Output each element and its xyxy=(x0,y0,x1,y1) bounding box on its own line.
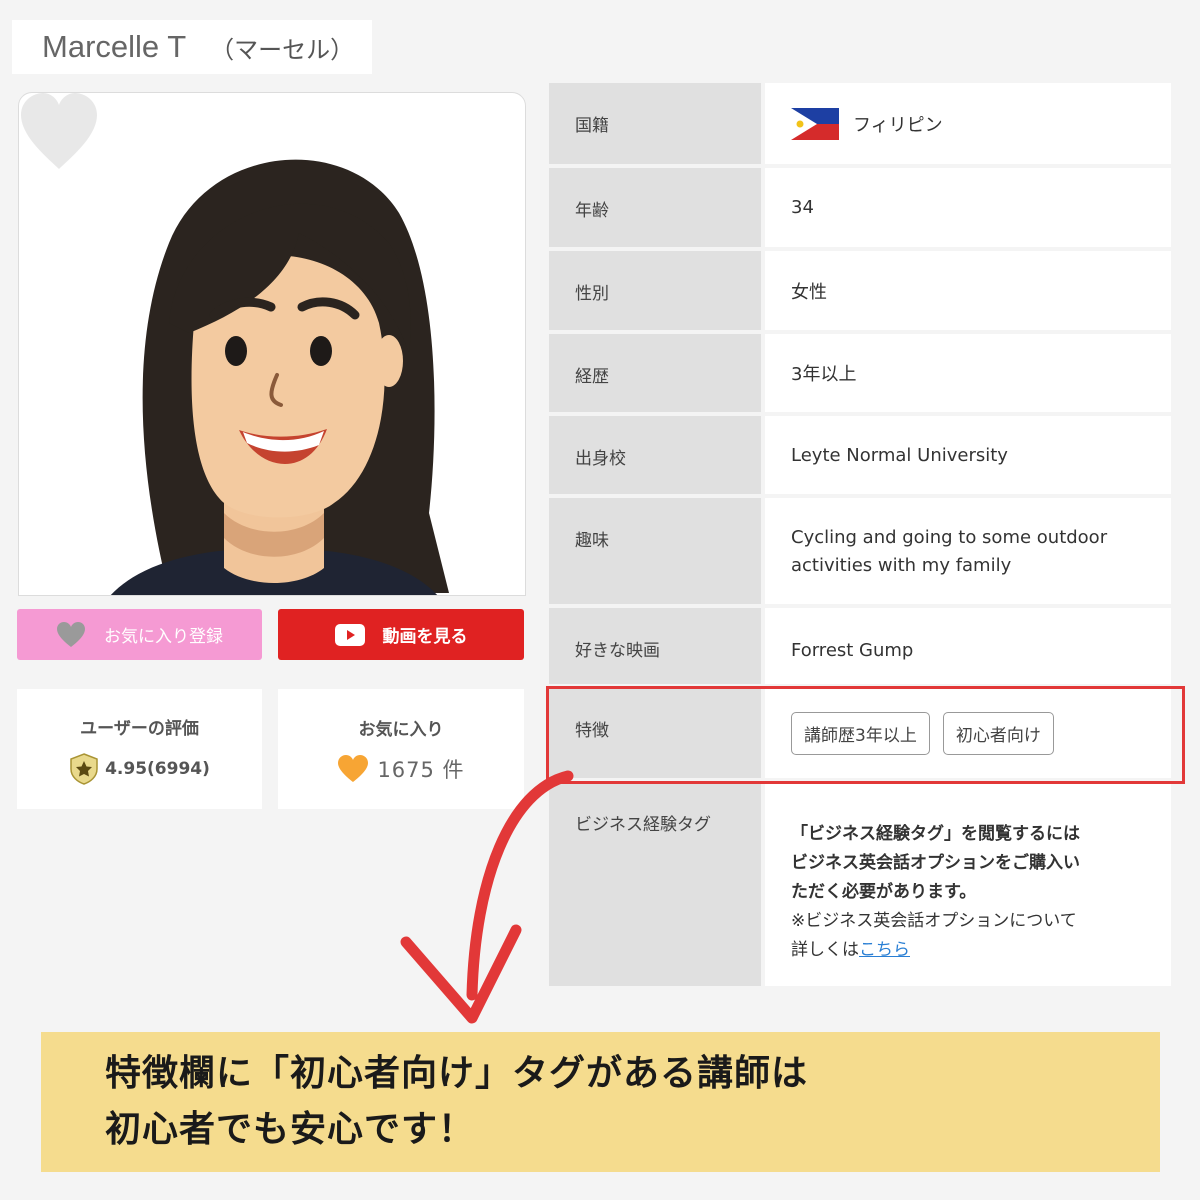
business-tag-row: ビジネス経験タグ 「ビジネス経験タグ」を閲覧するには ビジネス英会話オプションを… xyxy=(549,782,1171,986)
user-rating-panel: ユーザーの評価 4.95(6994) xyxy=(17,689,262,809)
add-favorite-button[interactable]: お気に入り登録 xyxy=(17,609,262,660)
gender-row: 性別 女性 xyxy=(549,251,1171,330)
gender-label: 性別 xyxy=(549,251,761,330)
business-option-link[interactable]: こちら xyxy=(859,940,910,960)
business-notice-line2: ビジネス英会話オプションをご購入い xyxy=(791,853,1080,873)
user-rating-value: 4.95(6994) xyxy=(105,758,210,779)
movie-label: 好きな映画 xyxy=(549,608,761,684)
nationality-label: 国籍 xyxy=(549,83,761,164)
teacher-name-header: Marcelle T （マーセル） xyxy=(12,20,372,74)
user-rating-label: ユーザーの評価 xyxy=(80,718,199,739)
orange-heart-icon xyxy=(338,754,369,782)
school-value: Leyte Normal University xyxy=(765,416,1171,494)
teacher-name: Marcelle T xyxy=(42,29,187,64)
heart-icon[interactable] xyxy=(19,93,99,173)
star-badge-icon xyxy=(70,752,98,785)
age-label: 年齢 xyxy=(549,168,761,247)
nationality-row: 国籍 フィリピン xyxy=(549,83,1171,164)
play-icon xyxy=(334,623,365,646)
movie-value: Forrest Gump xyxy=(765,608,1171,684)
teacher-name-kana: （マーセル） xyxy=(210,35,355,64)
teacher-photo xyxy=(18,92,526,596)
favorites-count-label: お気に入り xyxy=(358,719,444,740)
career-row: 経歴 3年以上 xyxy=(549,334,1171,412)
banner-line1: 特徴欄に「初心者向け」タグがある講師は xyxy=(105,1053,809,1094)
business-notice-line1: 「ビジネス経験タグ」を閲覧するには xyxy=(791,824,1080,844)
business-notice-line5: 詳しくは xyxy=(791,940,859,960)
curved-arrow-icon xyxy=(400,770,574,1024)
hobby-value-line1: Cycling and going to some outdoor xyxy=(791,527,1108,548)
teacher-info-table: 国籍 フィリピン 年齢 34 性別 女性 経歴 3年以上 出身校 Leyte N… xyxy=(549,83,1171,990)
hobby-row: 趣味 Cycling and going to some outdoor act… xyxy=(549,498,1171,604)
philippines-flag-icon xyxy=(791,107,839,140)
business-notice-line3: ただく必要があります。 xyxy=(791,882,977,902)
add-favorite-label: お気に入り登録 xyxy=(104,627,223,647)
hobby-value-line2: activities with my family xyxy=(791,555,1012,576)
career-value: 3年以上 xyxy=(765,334,1171,412)
nationality-value: フィリピン xyxy=(853,114,943,136)
nationality-cell: フィリピン xyxy=(765,83,1171,164)
business-tag-cell: 「ビジネス経験タグ」を閲覧するには ビジネス英会話オプションをご購入い ただく必… xyxy=(765,782,1171,986)
movie-row: 好きな映画 Forrest Gump xyxy=(549,608,1171,684)
banner-line2: 初心者でも安心です！ xyxy=(105,1109,476,1150)
hobby-cell: Cycling and going to some outdoor activi… xyxy=(765,498,1171,604)
features-highlight-box xyxy=(546,686,1185,784)
heart-icon xyxy=(57,621,85,647)
hobby-label: 趣味 xyxy=(549,498,761,604)
watch-video-button[interactable]: 動画を見る xyxy=(278,609,524,660)
school-row: 出身校 Leyte Normal University xyxy=(549,416,1171,494)
school-label: 出身校 xyxy=(549,416,761,494)
business-notice-line4: ※ビジネス英会話オプションについて xyxy=(791,911,1077,931)
age-value: 34 xyxy=(765,168,1171,247)
age-row: 年齢 34 xyxy=(549,168,1171,247)
career-label: 経歴 xyxy=(549,334,761,412)
business-tag-label: ビジネス経験タグ xyxy=(549,782,761,986)
beginner-friendly-banner: 特徴欄に「初心者向け」タグがある講師は 初心者でも安心です！ xyxy=(41,1032,1160,1172)
gender-value: 女性 xyxy=(765,251,1171,330)
watch-video-label: 動画を見る xyxy=(382,627,468,647)
